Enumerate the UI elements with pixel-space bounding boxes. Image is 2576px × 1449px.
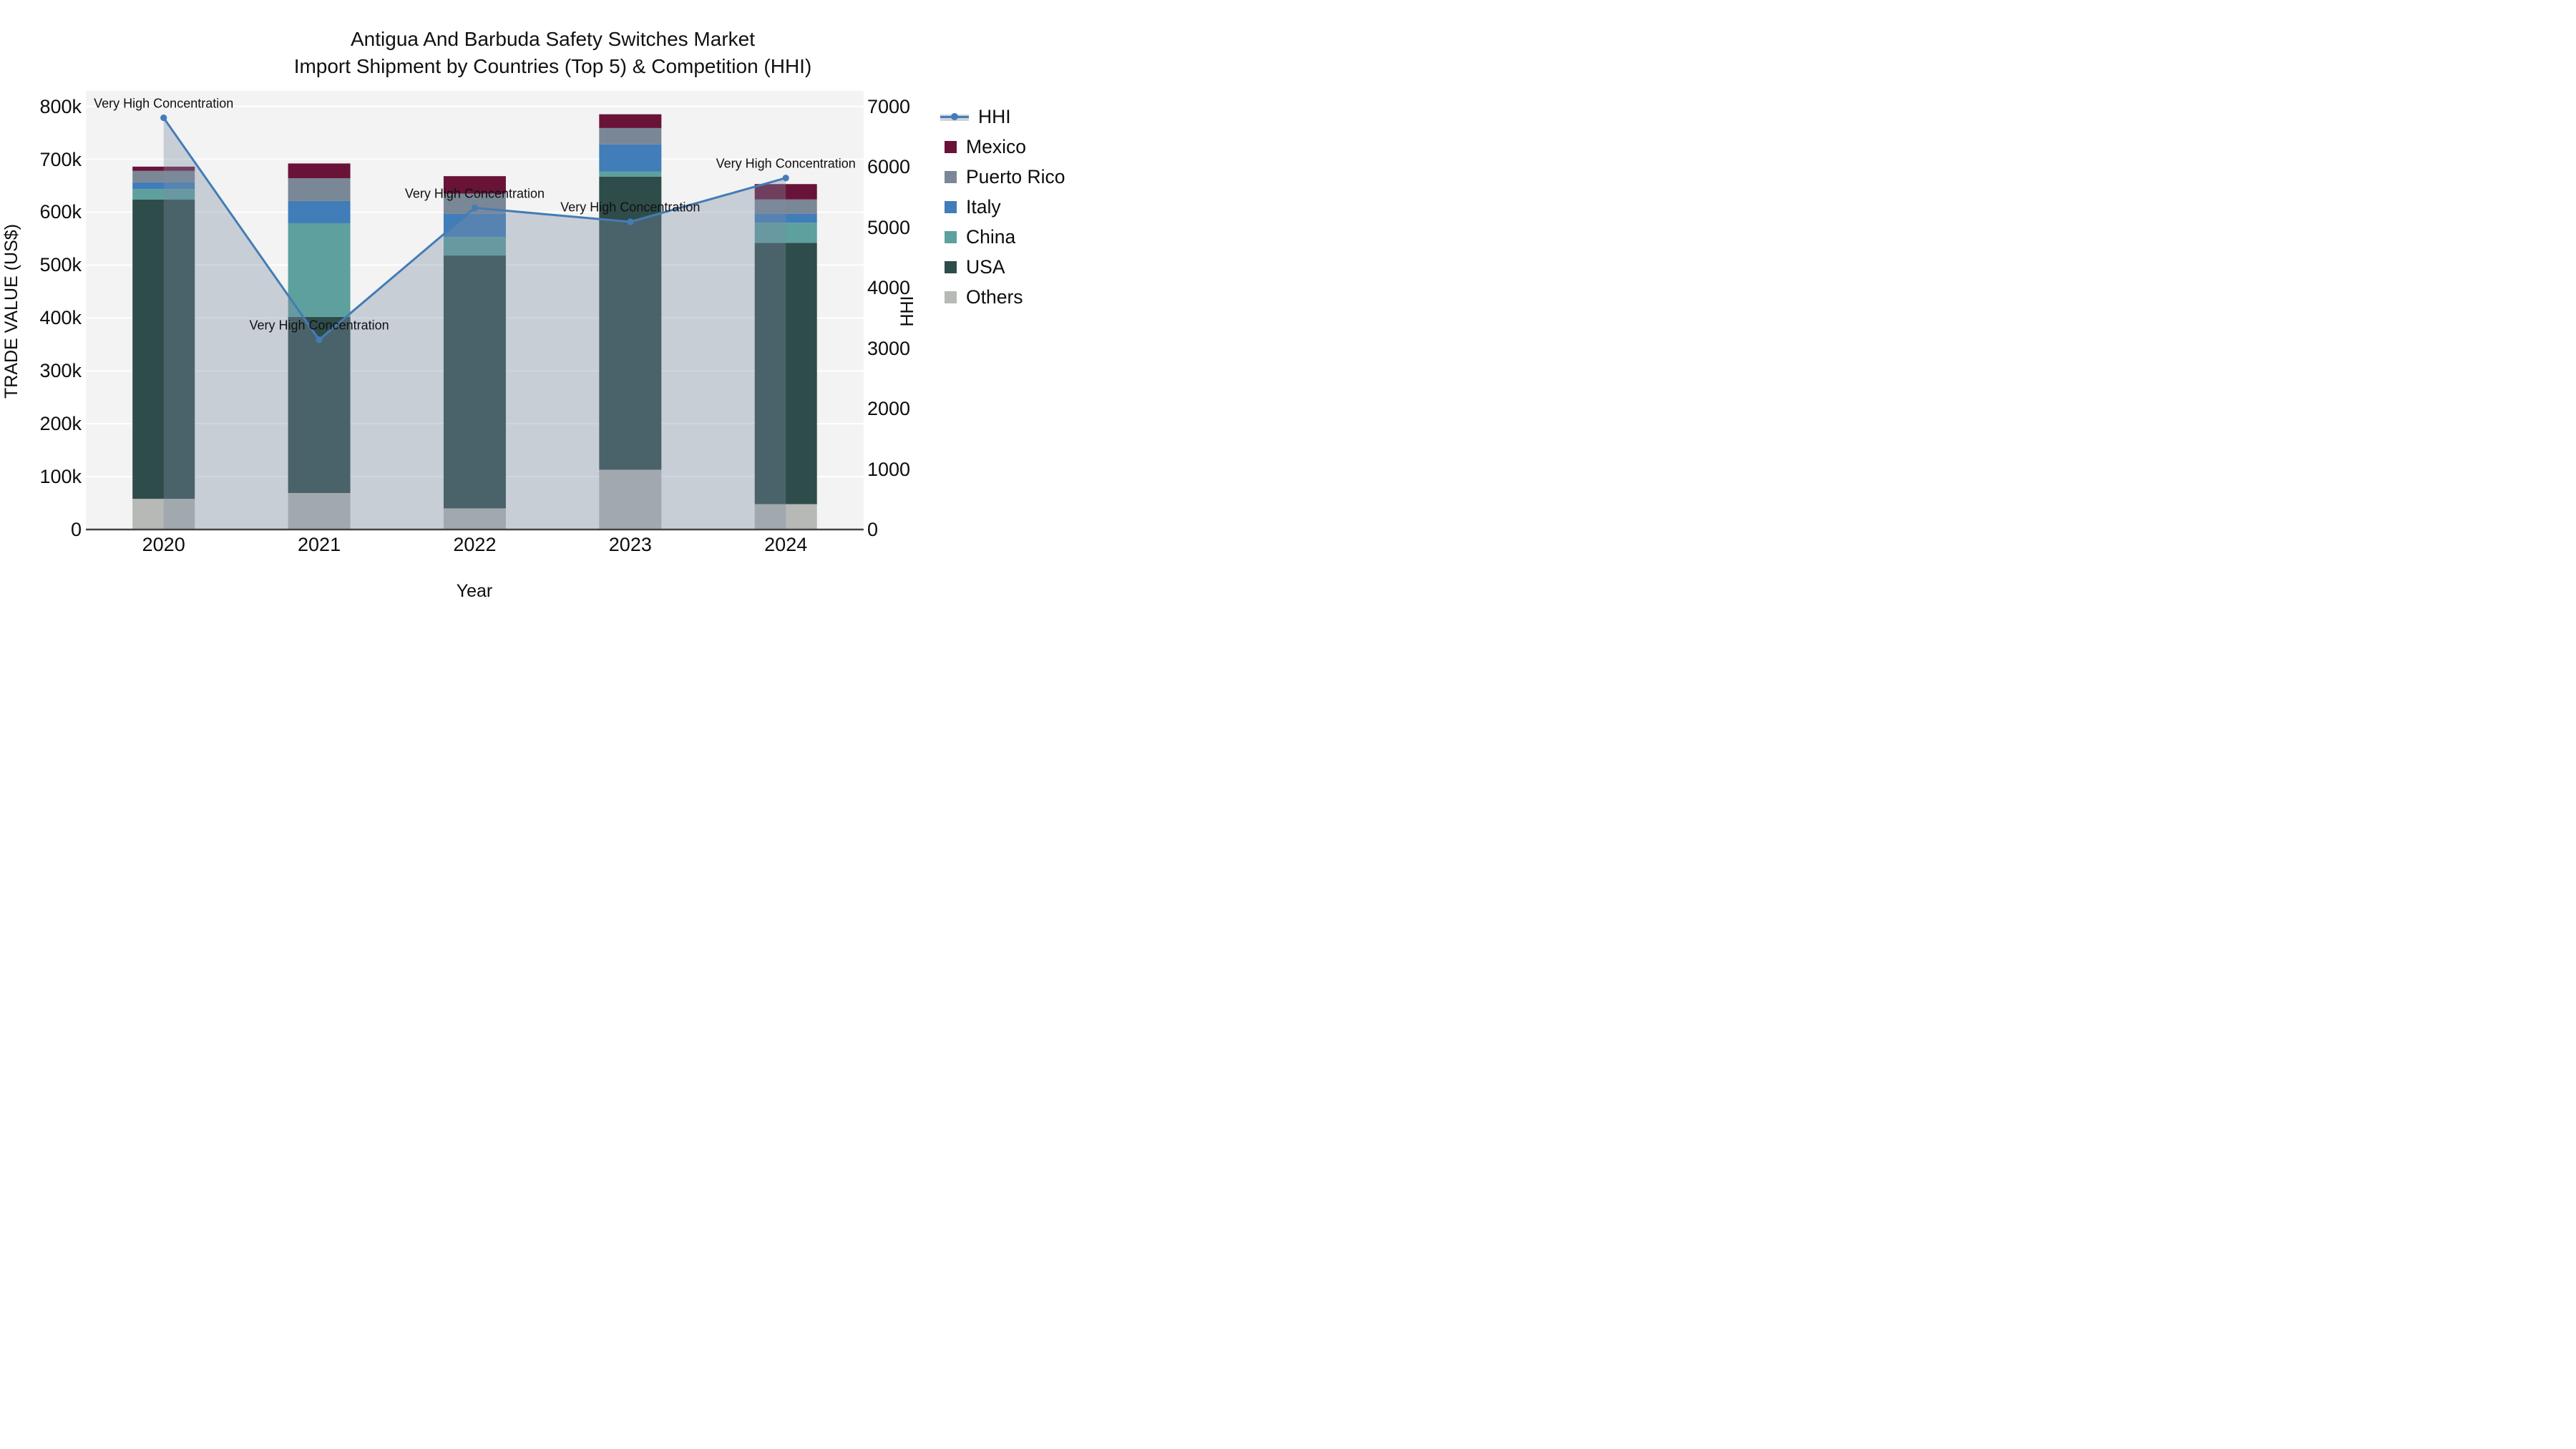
hhi-line-sample-icon xyxy=(940,111,969,123)
y-left-tick-label: 400k xyxy=(39,307,82,329)
legend-label: HHI xyxy=(978,106,1011,127)
legend-item-others[interactable]: Others xyxy=(945,282,1065,312)
legend: HHI Mexico Puerto Rico Italy China USA Others xyxy=(940,102,1065,312)
legend-label: Italy xyxy=(966,196,1001,218)
legend-item-china[interactable]: China xyxy=(945,222,1065,252)
x-tick-label: 2024 xyxy=(764,534,808,555)
chart-title-line-2: Import Shipment by Countries (Top 5) & C… xyxy=(293,55,812,77)
annotation-2023: Very High Concentration xyxy=(560,200,701,215)
chart-title-line-1: Antigua And Barbuda Safety Switches Mark… xyxy=(351,28,755,50)
legend-item-puerto-rico[interactable]: Puerto Rico xyxy=(945,162,1065,192)
legend-item-usa[interactable]: USA xyxy=(945,252,1065,282)
bar-segment-puerto-rico-2023[interactable] xyxy=(599,127,662,145)
x-tick-label: 2020 xyxy=(142,534,185,555)
legend-label: China xyxy=(966,226,1016,248)
annotation-2024: Very High Concentration xyxy=(716,156,856,171)
y-left-tick-label: 300k xyxy=(39,360,82,382)
y-right-tick-label: 0 xyxy=(867,519,879,540)
x-tick-label: 2023 xyxy=(608,534,652,555)
x-tick-label: 2022 xyxy=(453,534,497,555)
y-right-tick-label: 6000 xyxy=(867,156,911,178)
legend-item-mexico[interactable]: Mexico xyxy=(945,132,1065,162)
annotation-2020: Very High Concentration xyxy=(94,96,234,111)
y-left-tick-label: 600k xyxy=(39,201,82,223)
y-right-tick-label: 2000 xyxy=(867,398,911,420)
annotation-2022: Very High Concentration xyxy=(404,186,545,201)
y-right-tick-label: 5000 xyxy=(867,216,911,238)
hhi-marker-2024[interactable] xyxy=(782,175,789,182)
legend-swatch-puerto-rico xyxy=(945,170,957,183)
y-left-tick-label: 800k xyxy=(39,95,82,117)
legend-label: Mexico xyxy=(966,136,1026,157)
figure: Antigua And Barbuda Safety Switches Mark… xyxy=(0,0,1106,621)
y-right-tick-label: 1000 xyxy=(867,458,911,480)
bar-segment-italy-2023[interactable] xyxy=(599,144,662,172)
chart-canvas xyxy=(86,91,864,531)
legend-label: Others xyxy=(966,286,1023,308)
legend-swatch-usa xyxy=(945,260,957,273)
legend-item-italy[interactable]: Italy xyxy=(945,192,1065,222)
y-left-tick-label: 700k xyxy=(39,148,82,170)
y-right-tick-label: 4000 xyxy=(867,277,911,299)
legend-label: USA xyxy=(966,256,1005,278)
bar-segment-china-2023[interactable] xyxy=(599,171,662,177)
hhi-marker-2021[interactable] xyxy=(316,336,323,343)
y-left-tick-label: 100k xyxy=(39,466,82,488)
y-left-tick-label: 200k xyxy=(39,413,82,435)
bar-segment-mexico-2023[interactable] xyxy=(599,114,662,128)
hhi-marker-2020[interactable] xyxy=(160,114,167,122)
y-left-tick-label: 500k xyxy=(39,254,82,276)
legend-swatch-others xyxy=(945,291,957,303)
legend-swatch-china xyxy=(945,230,957,243)
bar-segment-china-2021[interactable] xyxy=(288,223,351,317)
legend-item-hhi[interactable]: HHI xyxy=(940,102,1065,132)
legend-swatch-italy xyxy=(945,200,957,213)
bar-segment-italy-2021[interactable] xyxy=(288,200,351,223)
x-axis-title: Year xyxy=(456,581,493,601)
bar-segment-puerto-rico-2021[interactable] xyxy=(288,178,351,201)
x-tick-label: 2021 xyxy=(298,534,341,555)
bar-segment-mexico-2021[interactable] xyxy=(288,163,351,179)
y-left-tick-label: 0 xyxy=(70,519,82,540)
y-right-tick-label: 3000 xyxy=(867,337,911,359)
y-right-tick-label: 7000 xyxy=(867,95,911,117)
hhi-marker-2022[interactable] xyxy=(471,204,479,212)
annotation-2021: Very High Concentration xyxy=(249,318,389,333)
hhi-marker-2023[interactable] xyxy=(627,218,634,225)
legend-label: Puerto Rico xyxy=(966,166,1065,187)
legend-swatch-mexico xyxy=(945,140,957,153)
